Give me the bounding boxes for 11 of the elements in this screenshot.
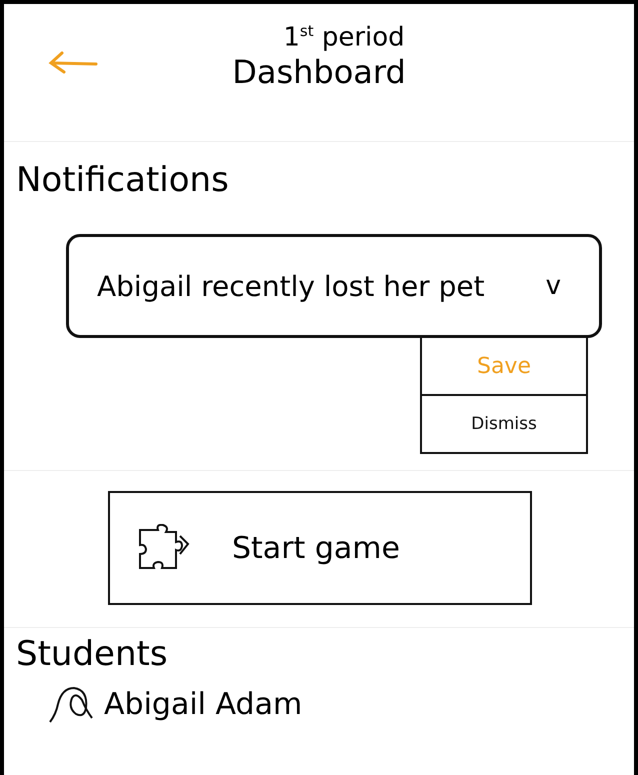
period-title: 1$^{st}$ period (283, 22, 405, 53)
notification-card[interactable]: Abigail recently lost her pet v (66, 234, 602, 338)
notification-text: Abigail recently lost her pet (97, 270, 485, 302)
dashboard-title: Dashboard (232, 52, 406, 91)
back-button[interactable] (48, 50, 98, 76)
expand-toggle[interactable]: v (542, 271, 565, 301)
start-game-button[interactable]: Start game (108, 491, 532, 605)
students-heading: Students (15, 633, 169, 674)
student-name[interactable]: Abigail Adam (104, 686, 302, 722)
notifications-heading: Notifications (15, 159, 230, 200)
back-arrow-icon (48, 50, 98, 76)
